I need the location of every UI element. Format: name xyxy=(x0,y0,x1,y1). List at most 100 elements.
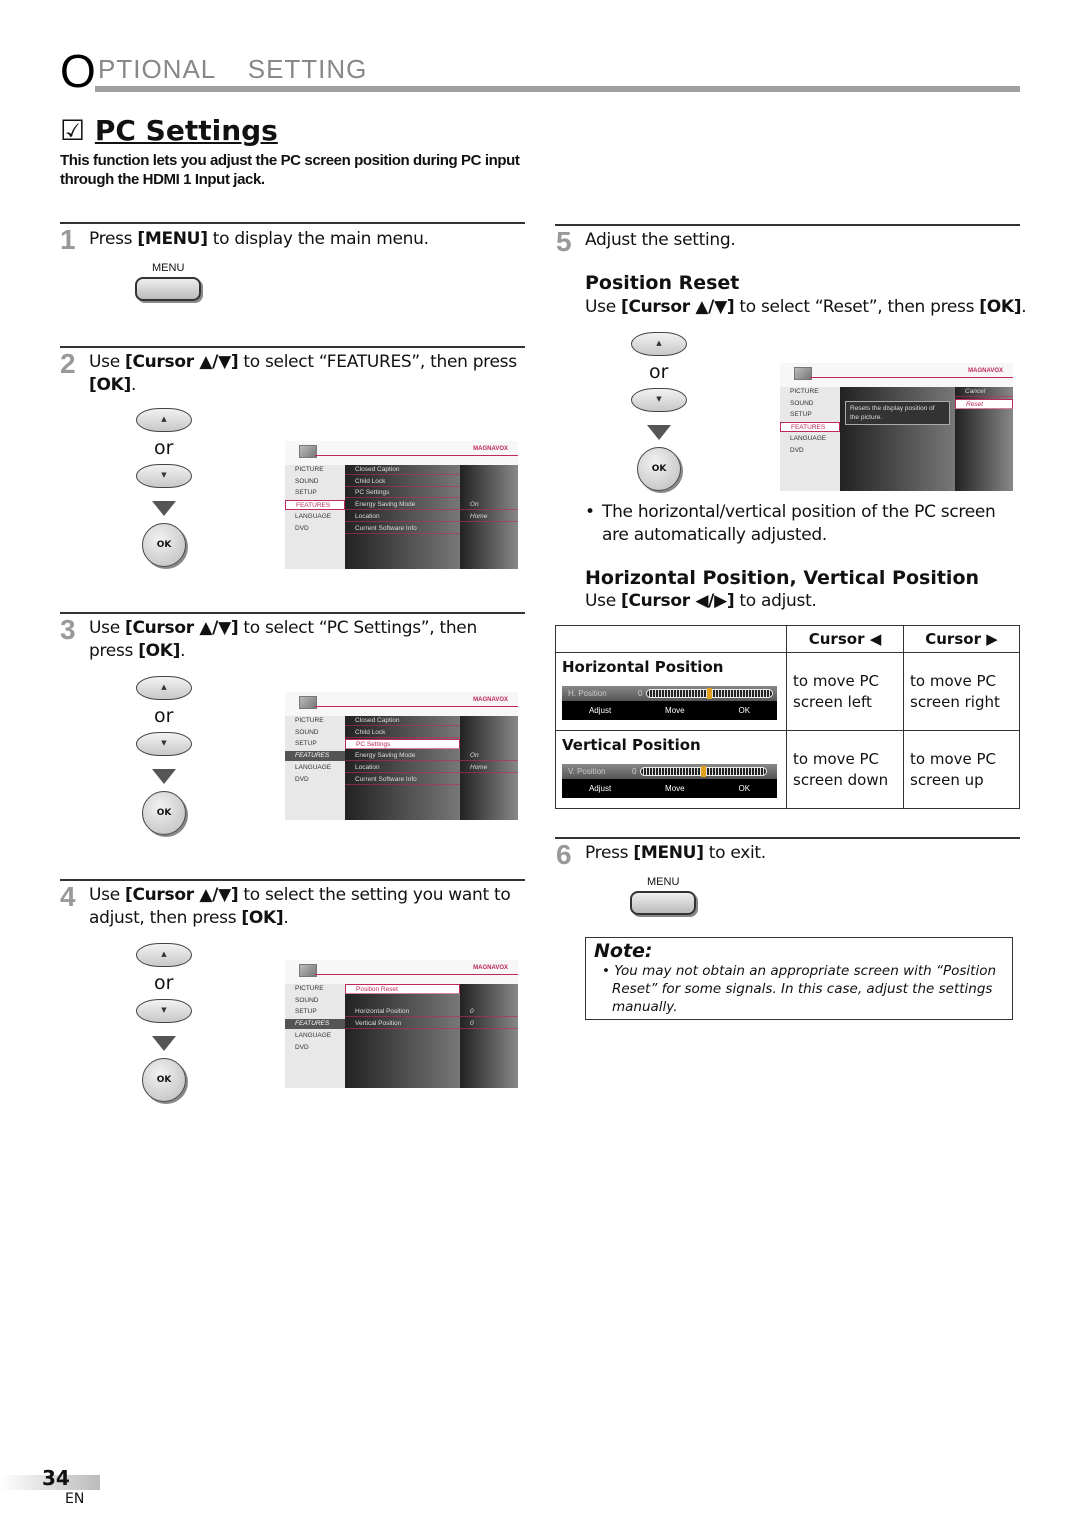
position-slider xyxy=(640,766,767,777)
step-5-text: Adjust the setting. xyxy=(585,230,736,250)
menu-item: DVD xyxy=(295,775,309,783)
position-reset-heading: Position Reset xyxy=(585,272,740,294)
menu-item: PICTURE xyxy=(790,388,819,395)
note-body: You may not obtain an appropriate screen… xyxy=(612,963,997,1015)
step-1-text: Press [MENU] to display the main menu. xyxy=(89,229,429,249)
cursor-down-button: ▼ xyxy=(631,388,687,412)
osd-bar: H. Position 0 Adjust Move OK xyxy=(562,686,777,720)
submenu-item: Current Software Info xyxy=(345,524,460,534)
submenu-item: PC Settings xyxy=(345,488,460,499)
osd-hint: Adjust xyxy=(588,706,612,715)
cursor-down-button: ▼ xyxy=(136,999,192,1023)
menu-item: DVD xyxy=(295,1043,309,1051)
submenu-item: Position Reset xyxy=(345,984,460,994)
cursor-right-action: to move PC screen up xyxy=(903,730,1020,809)
submenu-item: Location xyxy=(345,512,460,522)
osd-hint: Move xyxy=(665,784,685,793)
description: This function lets you adjust the PC scr… xyxy=(60,152,520,188)
down-triangle-icon xyxy=(647,425,671,440)
menu-item: LANGUAGE xyxy=(790,434,827,442)
step-3-text: Use [Cursor ▲/▼] to select “PC Settings”… xyxy=(89,618,477,661)
row-name: Vertical Position V. Position 0 Adjust Mov… xyxy=(555,730,787,809)
row-name: Horizontal Position H. Position 0 Adjust M… xyxy=(555,652,787,731)
step-6-text: Press [MENU] to exit. xyxy=(585,843,766,863)
menu-item: SETUP xyxy=(295,489,317,497)
ok-button: OK xyxy=(637,447,681,491)
down-arrow-icon: ▼ xyxy=(161,1006,167,1014)
divider xyxy=(60,222,525,224)
step-number: 2 xyxy=(60,348,76,379)
menu-item: PICTURE xyxy=(295,985,324,992)
submenu-item: PC Settings xyxy=(345,739,460,750)
divider xyxy=(60,879,525,881)
tv-menu-screen: MAGNAVOX PICTURE SOUND SETUP FEATURES LANGUA… xyxy=(285,692,518,820)
up-arrow-icon: ▲ xyxy=(656,339,662,347)
setting-value: Home xyxy=(460,763,518,773)
cursor-up-button: ▲ xyxy=(136,408,192,432)
note-box: Note: • You may not obtain an appropriat… xyxy=(585,937,1013,1020)
brand-logo: MAGNAVOX xyxy=(968,368,1003,374)
osd-hint: OK xyxy=(738,706,751,715)
menu-button-label: MENU xyxy=(647,876,680,888)
setting-value xyxy=(460,524,518,534)
submenu-item: Closed Caption xyxy=(345,716,460,726)
cursor-left-action: to move PC screen left xyxy=(786,652,904,731)
ok-button: OK xyxy=(142,791,186,835)
note-heading: Note: xyxy=(594,940,653,962)
up-arrow-icon: ▲ xyxy=(161,950,167,958)
setting-value: 0 xyxy=(460,1019,518,1030)
down-arrow-icon: ▼ xyxy=(656,395,662,403)
submenu-item xyxy=(345,996,460,1006)
divider xyxy=(555,837,1020,839)
position-reset-bullet: • The horizontal/vertical position of the… xyxy=(585,502,996,545)
step-number: 6 xyxy=(556,839,572,870)
setting-value xyxy=(460,728,518,738)
step-4-text: Use [Cursor ▲/▼] to select the setting y… xyxy=(89,885,511,928)
row-title: Horizontal Position xyxy=(562,658,724,676)
menu-button xyxy=(135,277,201,301)
submenu-item: Child Lock xyxy=(345,728,460,738)
checkbox-icon: ☑ xyxy=(60,114,86,147)
step-2-text: Use [Cursor ▲/▼] to select “FEATURES”, t… xyxy=(89,352,517,395)
setting-value xyxy=(460,775,518,785)
divider xyxy=(60,346,525,348)
submenu-item: Child Lock xyxy=(345,477,460,487)
step-number: 1 xyxy=(60,224,76,255)
header-initial: O xyxy=(60,45,96,97)
header-rule xyxy=(95,86,1020,92)
cursor-down-button: ▼ xyxy=(136,732,192,756)
table-header: Cursor ◀ xyxy=(786,625,904,653)
menu-item: SOUND xyxy=(295,728,319,736)
osd-hint: Move xyxy=(665,706,685,715)
osd-hint: Adjust xyxy=(588,784,612,793)
menu-item: LANGUAGE xyxy=(295,1031,332,1039)
menu-item: PICTURE xyxy=(295,466,324,473)
down-arrow-icon: ▼ xyxy=(161,471,167,479)
menu-item: FEATURES xyxy=(780,422,840,433)
setting-value xyxy=(460,465,518,475)
description-box: Resets the display position of the pictu… xyxy=(845,401,950,425)
menu-item: SOUND xyxy=(790,399,814,407)
submenu-item: Vertical Position xyxy=(345,1019,460,1030)
position-reset-instruction: Use [Cursor ▲/▼] to select “Reset”, then… xyxy=(585,297,1027,317)
menu-item: PICTURE xyxy=(295,717,324,724)
menu-item: SETUP xyxy=(790,411,812,419)
row-title: Vertical Position xyxy=(562,736,701,754)
brand-logo: MAGNAVOX xyxy=(473,965,508,971)
tv-icon xyxy=(299,964,317,977)
menu-item: SETUP xyxy=(295,740,317,748)
setting-value: On xyxy=(460,751,518,762)
down-triangle-icon xyxy=(152,501,176,516)
tv-menu-screen: MAGNAVOX PICTURE SOUND SETUP FEATURES LANGUA… xyxy=(285,960,518,1088)
menu-item: SOUND xyxy=(295,477,319,485)
tv-icon xyxy=(299,696,317,709)
down-triangle-icon xyxy=(152,1036,176,1051)
osd-hint: OK xyxy=(738,784,751,793)
up-arrow-icon: ▲ xyxy=(161,415,167,423)
menu-button xyxy=(630,891,696,915)
menu-item: FEATURES xyxy=(285,751,345,762)
setting-value xyxy=(460,996,518,1006)
setting-value xyxy=(460,477,518,487)
hv-position-heading: Horizontal Position, Vertical Position xyxy=(585,567,980,589)
tv-icon xyxy=(299,445,317,458)
